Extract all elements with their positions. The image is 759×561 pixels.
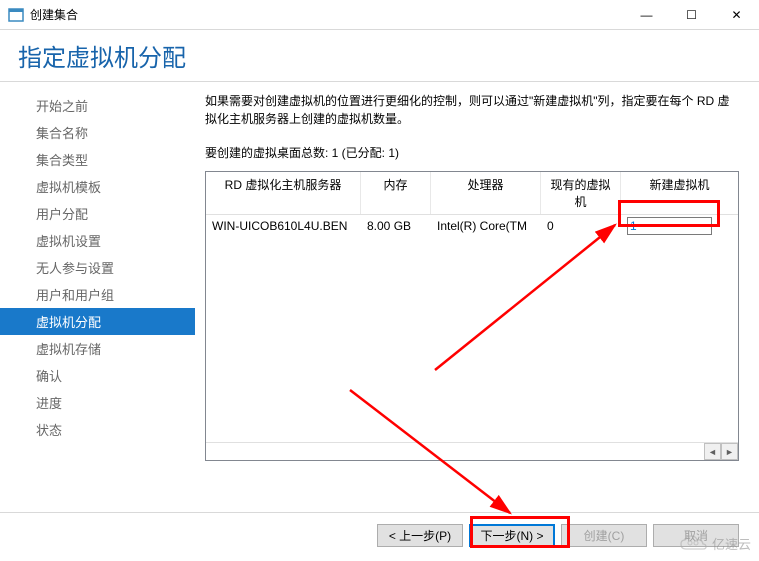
- page-title: 指定虚拟机分配: [18, 38, 741, 73]
- minimize-button[interactable]: —: [624, 0, 669, 30]
- sidebar-item-12[interactable]: 状态: [0, 416, 195, 443]
- sidebar-item-3[interactable]: 虚拟机模板: [0, 173, 195, 200]
- col-memory[interactable]: 内存: [361, 172, 431, 214]
- sidebar-item-7[interactable]: 用户和用户组: [0, 281, 195, 308]
- main-panel: 如果需要对创建虚拟机的位置进行更细化的控制，则可以通过"新建虚拟机"列，指定要在…: [195, 82, 759, 512]
- create-button[interactable]: 创建(C): [561, 524, 647, 547]
- window-title: 创建集合: [30, 6, 624, 23]
- table-header: RD 虚拟化主机服务器 内存 处理器 现有的虚拟机 新建虚拟机: [206, 172, 738, 215]
- scroll-right-button[interactable]: ►: [721, 443, 738, 460]
- scroll-left-button[interactable]: ◄: [704, 443, 721, 460]
- sidebar-item-2[interactable]: 集合类型: [0, 146, 195, 173]
- maximize-button[interactable]: ☐: [669, 0, 714, 30]
- cell-host: WIN-UICOB610L4U.BEN: [206, 215, 361, 237]
- cell-cpu: Intel(R) Core(TM: [431, 215, 541, 237]
- table-row[interactable]: WIN-UICOB610L4U.BEN 8.00 GB Intel(R) Cor…: [206, 215, 738, 237]
- cell-newvm: [621, 215, 738, 237]
- watermark: 亿速云: [678, 533, 751, 553]
- table-body-spacer: [206, 237, 738, 442]
- sidebar-item-0[interactable]: 开始之前: [0, 92, 195, 119]
- app-icon: [8, 7, 24, 23]
- sidebar: 开始之前集合名称集合类型虚拟机模板用户分配虚拟机设置无人参与设置用户和用户组虚拟…: [0, 82, 195, 512]
- window-controls: — ☐ ✕: [624, 0, 759, 30]
- cell-memory: 8.00 GB: [361, 215, 431, 237]
- sidebar-item-8[interactable]: 虚拟机分配: [0, 308, 195, 335]
- sidebar-item-11[interactable]: 进度: [0, 389, 195, 416]
- new-vm-input[interactable]: [627, 217, 712, 235]
- titlebar: 创建集合 — ☐ ✕: [0, 0, 759, 30]
- description-text: 如果需要对创建虚拟机的位置进行更细化的控制，则可以通过"新建虚拟机"列，指定要在…: [205, 92, 739, 128]
- summary-text: 要创建的虚拟桌面总数: 1 (已分配: 1): [205, 144, 739, 161]
- sidebar-item-4[interactable]: 用户分配: [0, 200, 195, 227]
- cell-existing: 0: [541, 215, 621, 237]
- close-button[interactable]: ✕: [714, 0, 759, 30]
- next-button[interactable]: 下一步(N) >: [469, 524, 555, 547]
- sidebar-item-9[interactable]: 虚拟机存储: [0, 335, 195, 362]
- vm-table: RD 虚拟化主机服务器 内存 处理器 现有的虚拟机 新建虚拟机 WIN-UICO…: [205, 171, 739, 461]
- footer: < 上一步(P) 下一步(N) > 创建(C) 取消: [0, 512, 759, 558]
- col-existing[interactable]: 现有的虚拟机: [541, 172, 621, 214]
- col-host[interactable]: RD 虚拟化主机服务器: [206, 172, 361, 214]
- prev-button[interactable]: < 上一步(P): [377, 524, 463, 547]
- cloud-icon: [678, 533, 708, 553]
- sidebar-item-10[interactable]: 确认: [0, 362, 195, 389]
- table-scrollbar: ◄ ►: [206, 442, 738, 460]
- header: 指定虚拟机分配: [0, 30, 759, 82]
- sidebar-item-1[interactable]: 集合名称: [0, 119, 195, 146]
- content: 开始之前集合名称集合类型虚拟机模板用户分配虚拟机设置无人参与设置用户和用户组虚拟…: [0, 82, 759, 512]
- col-cpu[interactable]: 处理器: [431, 172, 541, 214]
- watermark-text: 亿速云: [712, 534, 751, 553]
- sidebar-item-5[interactable]: 虚拟机设置: [0, 227, 195, 254]
- col-newvm[interactable]: 新建虚拟机: [621, 172, 738, 214]
- sidebar-item-6[interactable]: 无人参与设置: [0, 254, 195, 281]
